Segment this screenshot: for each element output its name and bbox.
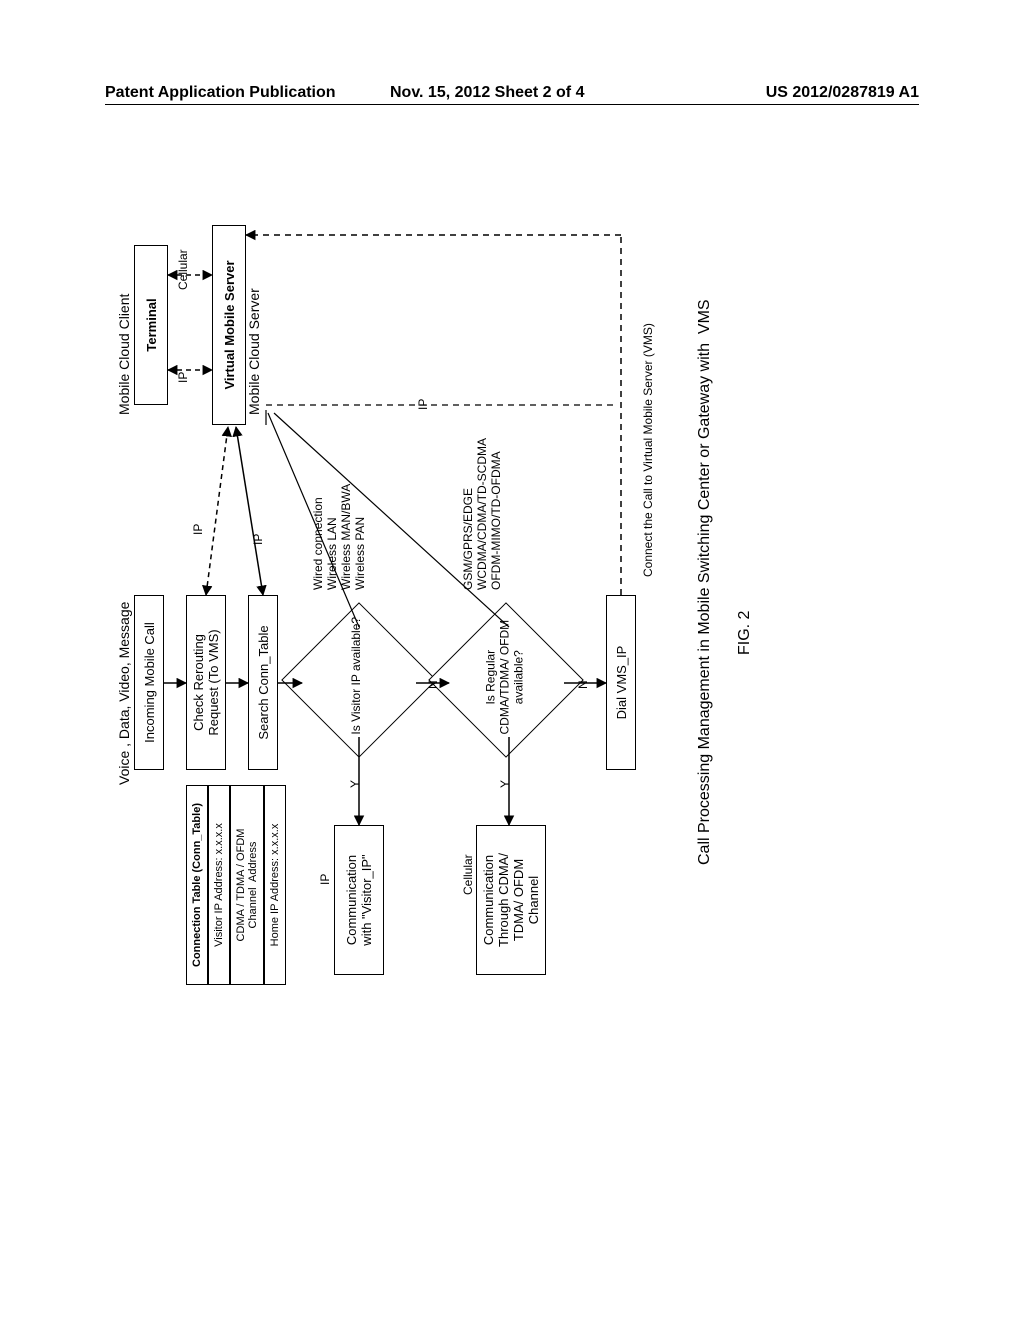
figure-diagram: Voice , Data, Video, Message Mobile Clou… xyxy=(116,215,796,985)
header-center: Nov. 15, 2012 Sheet 2 of 4 xyxy=(390,84,584,102)
arrows-layer xyxy=(116,215,796,985)
header-left: Patent Application Publication xyxy=(105,84,336,102)
header-right: US 2012/0287819 A1 xyxy=(766,84,919,102)
diagram-canvas: Voice , Data, Video, Message Mobile Clou… xyxy=(116,215,796,985)
header-rule xyxy=(105,104,919,105)
